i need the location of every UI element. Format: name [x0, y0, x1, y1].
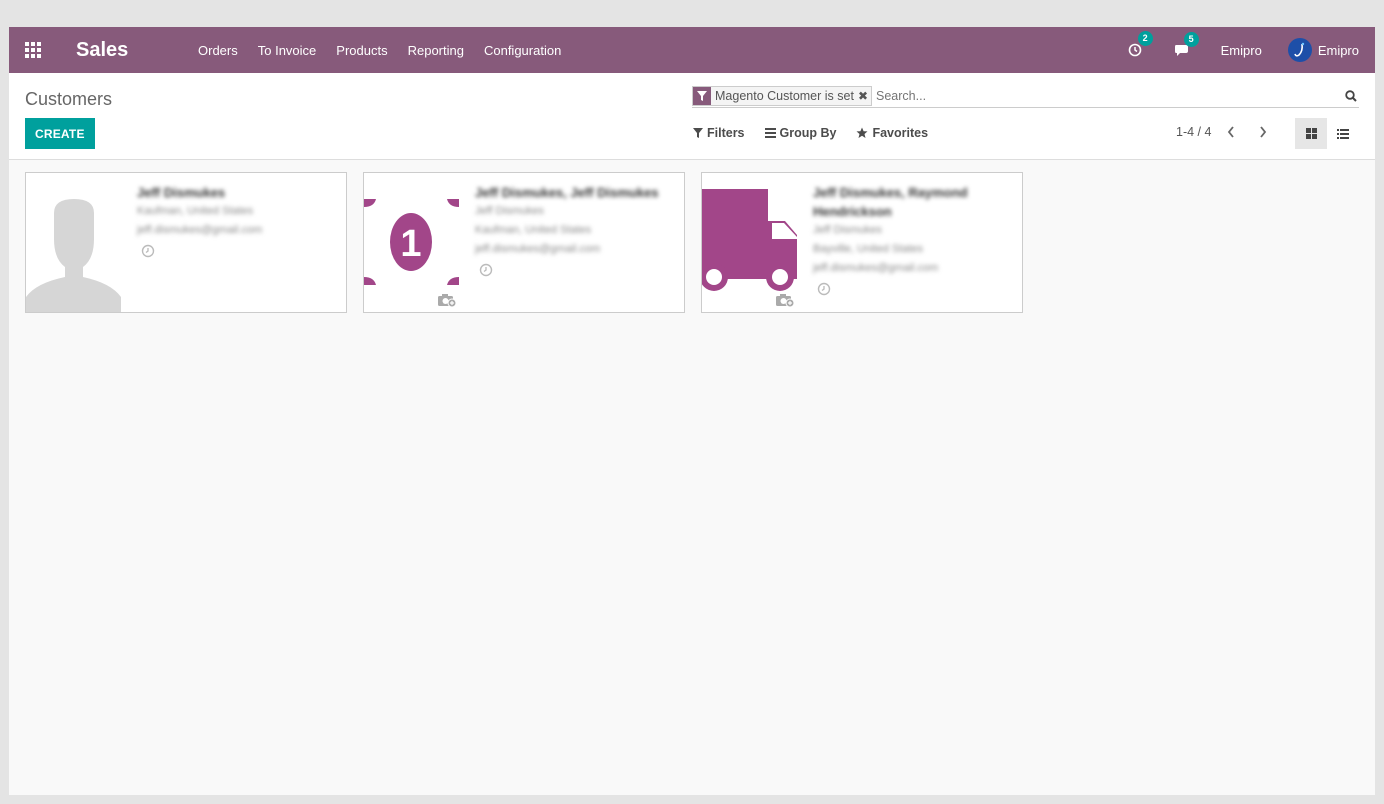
card-title: Jeff Dismukes — [137, 185, 226, 200]
view-switcher — [1295, 118, 1359, 149]
chevron-left-icon — [1228, 126, 1235, 138]
pager-value[interactable]: 1-4 / 4 — [1176, 125, 1211, 139]
list-view-button[interactable] — [1327, 118, 1359, 149]
card-body: Jeff Dismukes, Jeff Dismukes Jeff Dismuk… — [475, 183, 674, 280]
pager-next-button[interactable] — [1251, 126, 1275, 138]
filter-icon — [693, 128, 703, 138]
control-panel: Customers CREATE Magento Customer is set… — [9, 73, 1375, 160]
main-navbar: Sales Orders To Invoice Products Reporti… — [9, 27, 1375, 73]
pager-previous-button[interactable] — [1219, 126, 1243, 138]
apps-grid-icon — [25, 42, 41, 58]
search-input[interactable] — [872, 88, 1343, 103]
top-menu: Orders To Invoice Products Reporting Con… — [188, 43, 571, 58]
favorites-button[interactable]: Favorites — [856, 126, 928, 140]
activity-clock-icon[interactable] — [479, 263, 493, 277]
group-by-button[interactable]: Group By — [764, 126, 837, 140]
search-options: Filters Group By Favorites — [693, 126, 948, 140]
card-body: Jeff Dismukes Kaufman, United States jef… — [137, 183, 336, 261]
create-button[interactable]: CREATE — [25, 118, 95, 149]
favorites-label: Favorites — [872, 126, 929, 140]
card-line: Kaufman, United States — [475, 224, 592, 236]
clock-icon — [1128, 43, 1141, 57]
customer-card[interactable]: 1 Jeff Dismukes, Jeff Dismukes Jeff Dism… — [363, 172, 685, 313]
filter-icon — [693, 86, 711, 105]
filters-button[interactable]: Filters — [693, 126, 745, 140]
page-title: Customers — [25, 89, 113, 109]
avatar — [1287, 38, 1312, 62]
camera-icon[interactable] — [438, 293, 457, 308]
card-title: Jeff Dismukes, Jeff Dismukes — [475, 185, 659, 200]
search-bar: Magento Customer is set ✖ — [692, 84, 1359, 108]
bars-icon — [764, 128, 776, 138]
app-name: Sales — [76, 38, 129, 61]
person-placeholder-icon — [26, 173, 121, 312]
menu-configuration[interactable]: Configuration — [474, 43, 571, 58]
card-line: Bayville, United States — [813, 243, 924, 255]
list-icon — [1337, 128, 1349, 139]
card-line: Jeff Dismukes — [813, 224, 882, 236]
menu-to-invoice[interactable]: To Invoice — [248, 43, 327, 58]
search-icon[interactable] — [1343, 88, 1359, 104]
app-window: Sales Orders To Invoice Products Reporti… — [9, 27, 1375, 795]
card-line: Jeff Dismukes — [475, 205, 544, 217]
activity-clock-icon[interactable] — [817, 282, 831, 296]
group-by-label: Group By — [779, 126, 837, 140]
truck-icon — [702, 173, 797, 312]
activity-clock-icon[interactable] — [141, 244, 155, 258]
messages-button[interactable]: 5 — [1174, 31, 1199, 57]
user-logo-icon — [1294, 42, 1305, 57]
card-title: Jeff Dismukes, Raymond Hendrickson — [813, 185, 968, 219]
activity-button[interactable]: 2 — [1128, 31, 1153, 57]
customer-card[interactable]: Jeff Dismukes Kaufman, United States jef… — [25, 172, 347, 313]
activity-count-badge: 2 — [1137, 31, 1153, 46]
app-switcher-button[interactable] — [9, 27, 57, 73]
user-name: Emipro — [1317, 42, 1359, 58]
kanban-view-button[interactable] — [1295, 118, 1327, 149]
kanban-icon — [1305, 128, 1317, 139]
company-switcher[interactable]: Emipro — [1221, 43, 1262, 58]
facet-remove-icon[interactable]: ✖ — [858, 87, 871, 105]
menu-products[interactable]: Products — [326, 43, 397, 58]
camera-icon[interactable] — [776, 293, 795, 308]
chevron-right-icon — [1260, 126, 1267, 138]
card-line: jeff.dismukes@gmail.com — [137, 224, 263, 236]
money-icon: 1 — [364, 173, 459, 312]
card-line: jeff.dismukes@gmail.com — [475, 243, 601, 255]
card-line: Kaufman, United States — [137, 205, 254, 217]
menu-reporting[interactable]: Reporting — [398, 43, 474, 58]
svg-text:1: 1 — [400, 223, 421, 265]
message-count-badge: 5 — [1183, 31, 1199, 47]
filters-label: Filters — [707, 126, 745, 140]
kanban-view: Jeff Dismukes Kaufman, United States jef… — [25, 172, 1023, 313]
menu-orders[interactable]: Orders — [188, 43, 248, 58]
customer-card[interactable]: Jeff Dismukes, Raymond Hendrickson Jeff … — [701, 172, 1023, 313]
pager: 1-4 / 4 — [1176, 125, 1275, 139]
facet-value: Magento Customer is set — [715, 88, 854, 103]
systray: 2 5 Emipro Emipro — [1128, 27, 1359, 73]
star-icon — [856, 127, 868, 138]
card-line: jeff.dismukes@gmail.com — [813, 262, 939, 274]
card-body: Jeff Dismukes, Raymond Hendrickson Jeff … — [813, 183, 1012, 299]
search-facet: Magento Customer is set ✖ — [692, 85, 873, 106]
user-menu[interactable]: Emipro — [1287, 38, 1359, 62]
